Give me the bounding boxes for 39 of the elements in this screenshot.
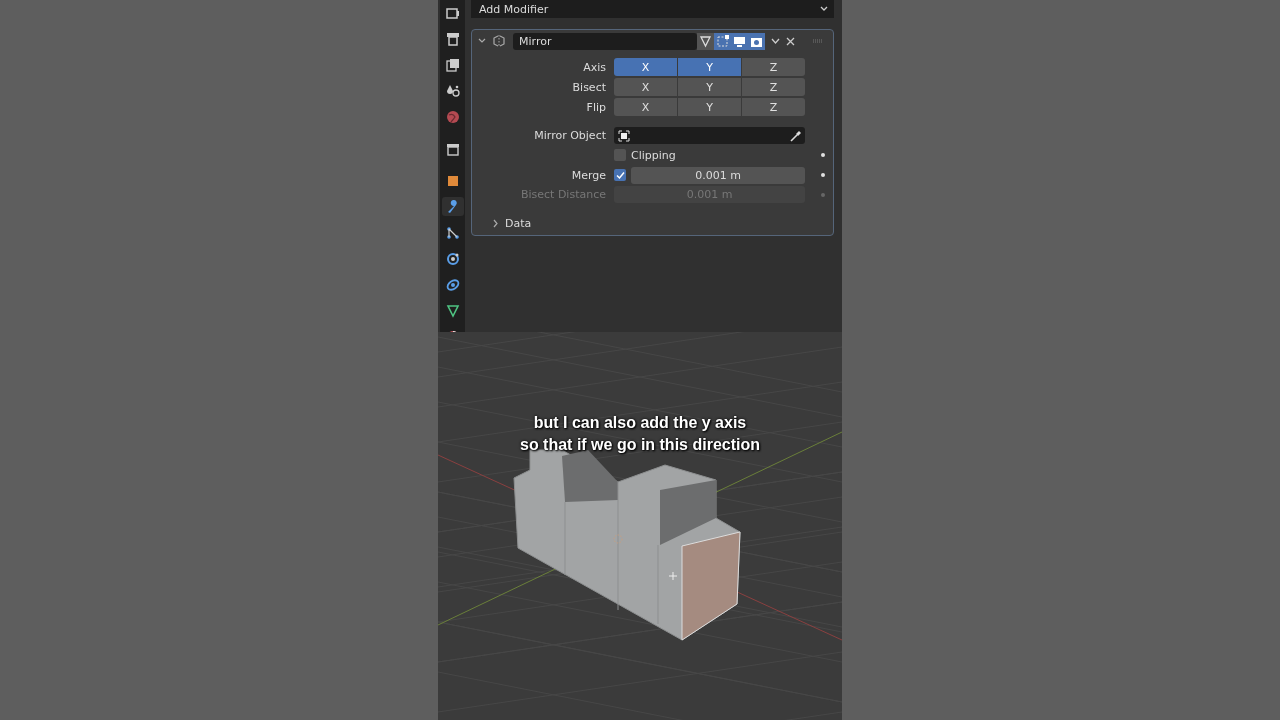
keyframe-dot-icon[interactable] <box>821 192 825 197</box>
field-label: Mirror Object <box>533 129 606 142</box>
axis-toggle[interactable]: Z <box>742 98 805 116</box>
field-label: Bisect <box>571 80 606 94</box>
chevron-right-icon <box>492 218 499 228</box>
square-vertices-icon[interactable] <box>714 32 731 50</box>
close-icon[interactable] <box>786 36 795 46</box>
caret-icon <box>820 6 828 12</box>
checkbox-label: Clipping <box>631 148 676 162</box>
video-subtitle: but I can also add the y axis so that if we go in this direction <box>519 413 761 455</box>
axis-toggle[interactable]: Y <box>678 98 741 116</box>
axis-toggle[interactable]: Y <box>678 58 741 76</box>
add-modifier-dropdown[interactable]: Add Modifier <box>471 0 834 18</box>
axis-toggle[interactable]: X <box>614 58 677 76</box>
keyframe-dot-icon[interactable] <box>821 173 825 177</box>
axis-toggle[interactable]: Y <box>678 78 741 96</box>
data-subpanel-header[interactable]: Data <box>492 215 833 231</box>
eyedropper-icon[interactable] <box>790 129 802 142</box>
field-label: Axis <box>582 60 606 74</box>
triangle-icon[interactable] <box>697 32 714 50</box>
caret-icon[interactable] <box>771 37 780 45</box>
axis-toggle[interactable]: X <box>614 98 677 116</box>
keyframe-dot-icon[interactable] <box>821 153 825 157</box>
chevron-down-icon[interactable] <box>478 37 486 45</box>
field-label: Merge <box>570 168 606 182</box>
monitor-icon[interactable] <box>731 32 748 50</box>
merge-checkbox[interactable] <box>614 169 626 181</box>
camera-icon[interactable] <box>748 32 765 50</box>
field-label: Bisect Distance <box>519 188 606 201</box>
modifier-name-field[interactable]: Mirror <box>513 32 697 50</box>
3d-viewport[interactable]: but I can also add the y axis so that if we go in this direction <box>438 332 842 720</box>
object-icon <box>618 129 630 142</box>
axis-toggle[interactable]: Z <box>742 58 805 76</box>
merge-distance-field[interactable]: 0.001 m <box>631 166 805 184</box>
object-field[interactable] <box>614 127 805 144</box>
field-label: Flip <box>585 100 606 114</box>
axis-toggle[interactable]: X <box>614 78 677 96</box>
axis-toggle[interactable]: Z <box>742 78 805 96</box>
clipping-checkbox[interactable] <box>614 149 626 161</box>
